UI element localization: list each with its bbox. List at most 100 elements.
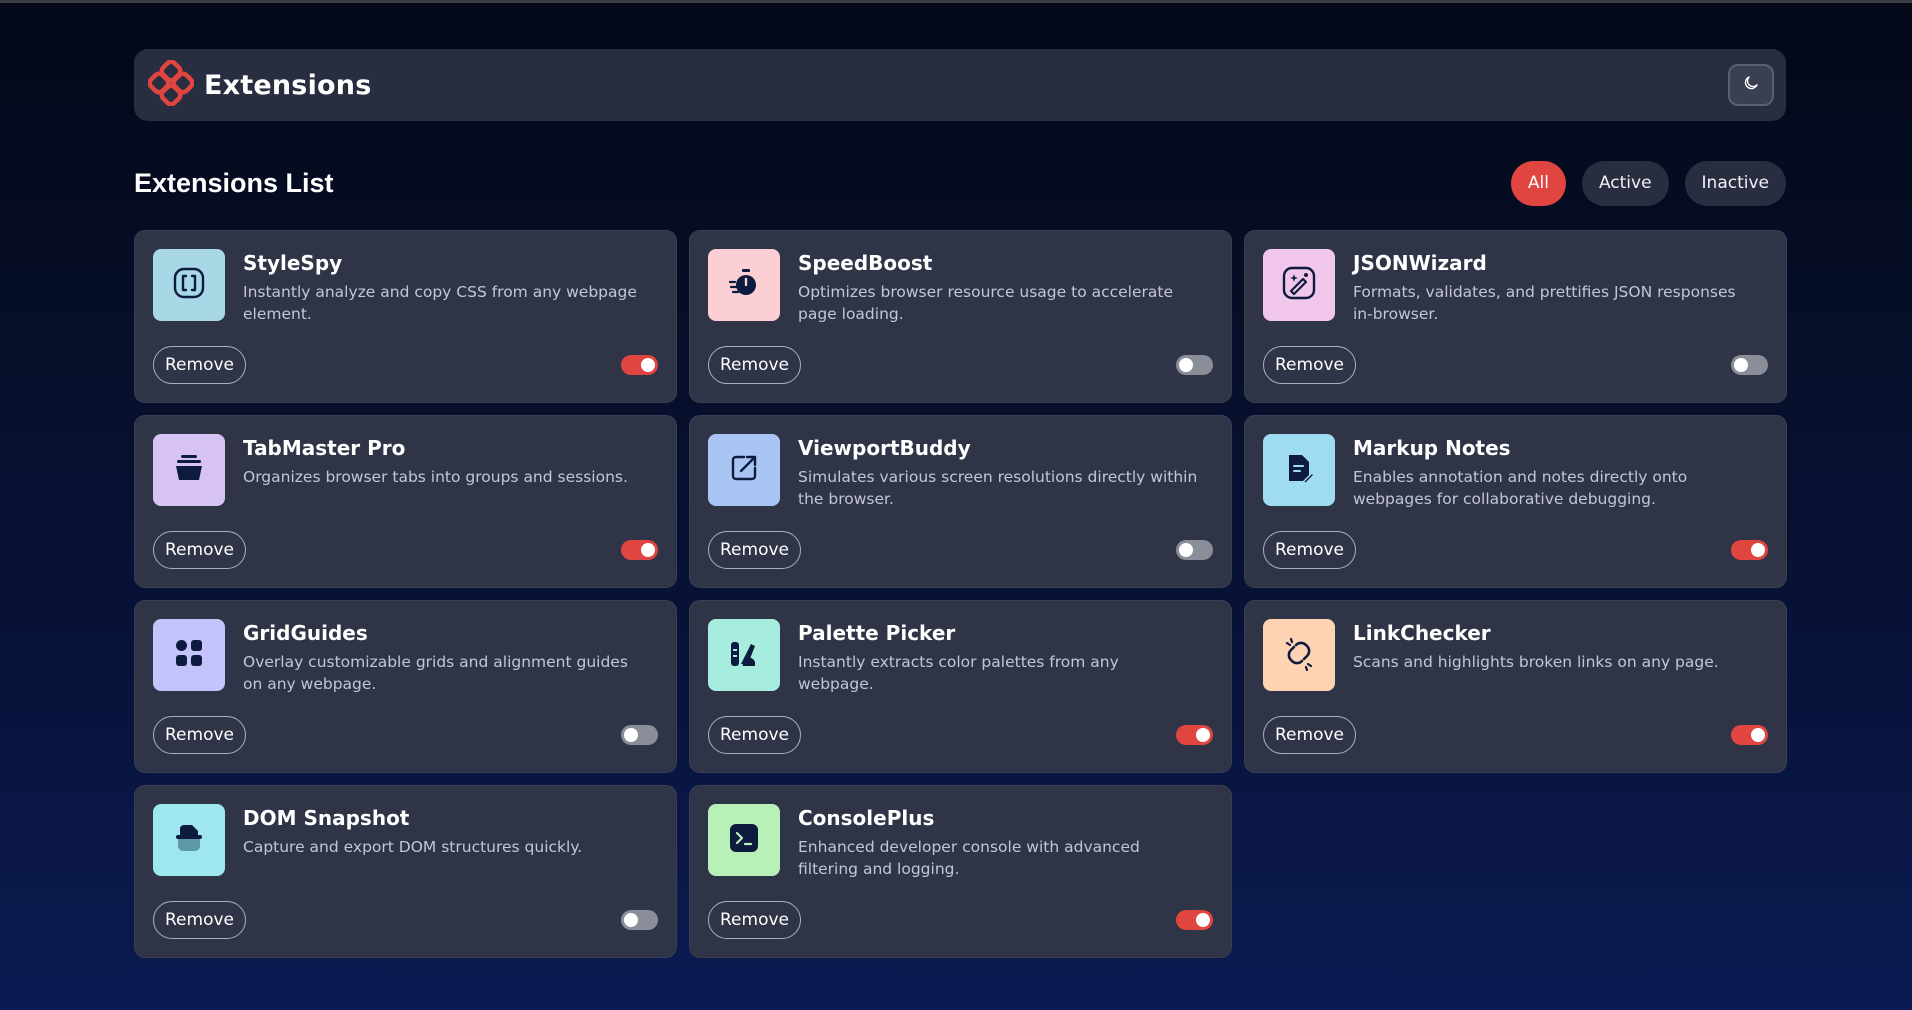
window-top-border [0, 0, 1912, 3]
extension-card-dom-snapshot: DOM Snapshot Capture and export DOM struc… [134, 785, 677, 958]
active-toggle[interactable] [1176, 910, 1213, 930]
active-toggle[interactable] [1176, 355, 1213, 375]
page-title: Extensions List [134, 167, 334, 198]
extension-description: Organizes browser tabs into groups and s… [243, 468, 628, 486]
card-actions: Remove [1263, 346, 1768, 384]
active-toggle[interactable] [621, 355, 658, 375]
extension-icon-tile [1263, 249, 1335, 321]
extension-icon-tile [708, 804, 780, 876]
extension-description: Scans and highlights broken links on any… [1353, 653, 1719, 671]
card-header: TabMaster Pro Organizes browser tabs into… [153, 434, 658, 506]
card-text: DOM Snapshot Capture and export DOM struc… [243, 804, 643, 876]
card-text: Palette Picker Instantly extracts color p… [798, 619, 1198, 695]
app-title: Extensions [204, 69, 372, 101]
filter-all-button[interactable]: All [1510, 160, 1566, 206]
card-actions: Remove [1263, 531, 1768, 569]
remove-button[interactable]: Remove [708, 346, 801, 384]
card-actions: Remove [708, 346, 1213, 384]
stopwatch-icon [727, 266, 761, 304]
filter-group: All Active Inactive [1510, 160, 1786, 206]
extension-card-jsonwizard: JSONWizard Formats, validates, and pretti… [1244, 230, 1787, 403]
extension-name: ViewportBuddy [798, 436, 971, 460]
extension-name: DOM Snapshot [243, 806, 410, 830]
extension-description: Capture and export DOM structures quickl… [243, 838, 583, 856]
extension-card-consoleplus: ConsolePlus Enhanced developer console wi… [689, 785, 1232, 958]
extension-card-stylespy: StyleSpy Instantly analyze and copy CSS f… [134, 230, 677, 403]
extension-description: Enables annotation and notes directly on… [1353, 468, 1688, 508]
extension-name: Markup Notes [1353, 436, 1511, 460]
extension-icon-tile [153, 434, 225, 506]
remove-button[interactable]: Remove [1263, 716, 1356, 754]
extension-name: Palette Picker [798, 621, 956, 645]
remove-button[interactable]: Remove [153, 901, 246, 939]
card-header: Markup Notes Enables annotation and notes… [1263, 434, 1768, 510]
extension-icon-tile [708, 434, 780, 506]
card-text: Markup Notes Enables annotation and notes… [1353, 434, 1753, 510]
card-header: ConsolePlus Enhanced developer console wi… [708, 804, 1213, 880]
extension-card-viewportbuddy: ViewportBuddy Simulates various screen re… [689, 415, 1232, 588]
active-toggle[interactable] [1176, 540, 1213, 560]
card-header: ViewportBuddy Simulates various screen re… [708, 434, 1213, 510]
extension-description: Optimizes browser resource usage to acce… [798, 283, 1174, 323]
theme-toggle-button[interactable] [1728, 64, 1774, 106]
toggle-knob [641, 358, 655, 372]
app-header: Extensions [134, 49, 1786, 121]
remove-button[interactable]: Remove [1263, 531, 1356, 569]
card-text: ConsolePlus Enhanced developer console wi… [798, 804, 1198, 880]
terminal-icon [727, 821, 761, 859]
note-pen-icon [1282, 451, 1316, 489]
active-toggle[interactable] [621, 725, 658, 745]
palette-icon [727, 636, 761, 674]
card-text: ViewportBuddy Simulates various screen re… [798, 434, 1198, 510]
toggle-knob [1751, 543, 1765, 557]
active-toggle[interactable] [1176, 725, 1213, 745]
remove-button[interactable]: Remove [153, 346, 246, 384]
active-toggle[interactable] [1731, 540, 1768, 560]
extension-icon-tile [1263, 619, 1335, 691]
extensions-grid: StyleSpy Instantly analyze and copy CSS f… [134, 230, 1787, 958]
remove-button[interactable]: Remove [708, 716, 801, 754]
extension-card-tabmaster-pro: TabMaster Pro Organizes browser tabs into… [134, 415, 677, 588]
remove-button[interactable]: Remove [708, 531, 801, 569]
extension-name: SpeedBoost [798, 251, 933, 275]
brand: Extensions [147, 59, 372, 110]
remove-button[interactable]: Remove [153, 531, 246, 569]
remove-button[interactable]: Remove [708, 901, 801, 939]
moon-icon [1742, 74, 1760, 96]
toggle-knob [624, 913, 638, 927]
toggle-knob [1196, 913, 1210, 927]
extension-name: GridGuides [243, 621, 368, 645]
toggle-knob [1179, 358, 1193, 372]
remove-button[interactable]: Remove [153, 716, 246, 754]
extension-description: Enhanced developer console with advanced… [798, 838, 1140, 878]
filter-active-button[interactable]: Active [1581, 160, 1669, 206]
extension-name: StyleSpy [243, 251, 343, 275]
active-toggle[interactable] [621, 540, 658, 560]
extension-description: Simulates various screen resolutions dir… [798, 468, 1198, 508]
filter-inactive-button[interactable]: Inactive [1684, 160, 1786, 206]
card-text: StyleSpy Instantly analyze and copy CSS f… [243, 249, 643, 325]
extension-card-palette-picker: Palette Picker Instantly extracts color p… [689, 600, 1232, 773]
active-toggle[interactable] [1731, 725, 1768, 745]
extension-icon-tile [153, 619, 225, 691]
extension-description: Formats, validates, and prettifies JSON … [1353, 283, 1736, 323]
extension-card-markup-notes: Markup Notes Enables annotation and notes… [1244, 415, 1787, 588]
card-header: LinkChecker Scans and highlights broken l… [1263, 619, 1768, 691]
extension-icon-tile [708, 619, 780, 691]
extension-name: JSONWizard [1353, 251, 1487, 275]
card-header: SpeedBoost Optimizes browser resource usa… [708, 249, 1213, 325]
extension-card-speedboost: SpeedBoost Optimizes browser resource usa… [689, 230, 1232, 403]
extension-name: LinkChecker [1353, 621, 1491, 645]
active-toggle[interactable] [1731, 355, 1768, 375]
card-actions: Remove [153, 716, 658, 754]
extension-icon-tile [708, 249, 780, 321]
card-text: SpeedBoost Optimizes browser resource usa… [798, 249, 1198, 325]
resize-window-icon [727, 451, 761, 489]
css-brackets-icon [172, 266, 206, 304]
logo-icon [147, 59, 195, 110]
active-toggle[interactable] [621, 910, 658, 930]
card-header: DOM Snapshot Capture and export DOM struc… [153, 804, 658, 876]
extension-name: TabMaster Pro [243, 436, 406, 460]
card-header: JSONWizard Formats, validates, and pretti… [1263, 249, 1768, 325]
remove-button[interactable]: Remove [1263, 346, 1356, 384]
